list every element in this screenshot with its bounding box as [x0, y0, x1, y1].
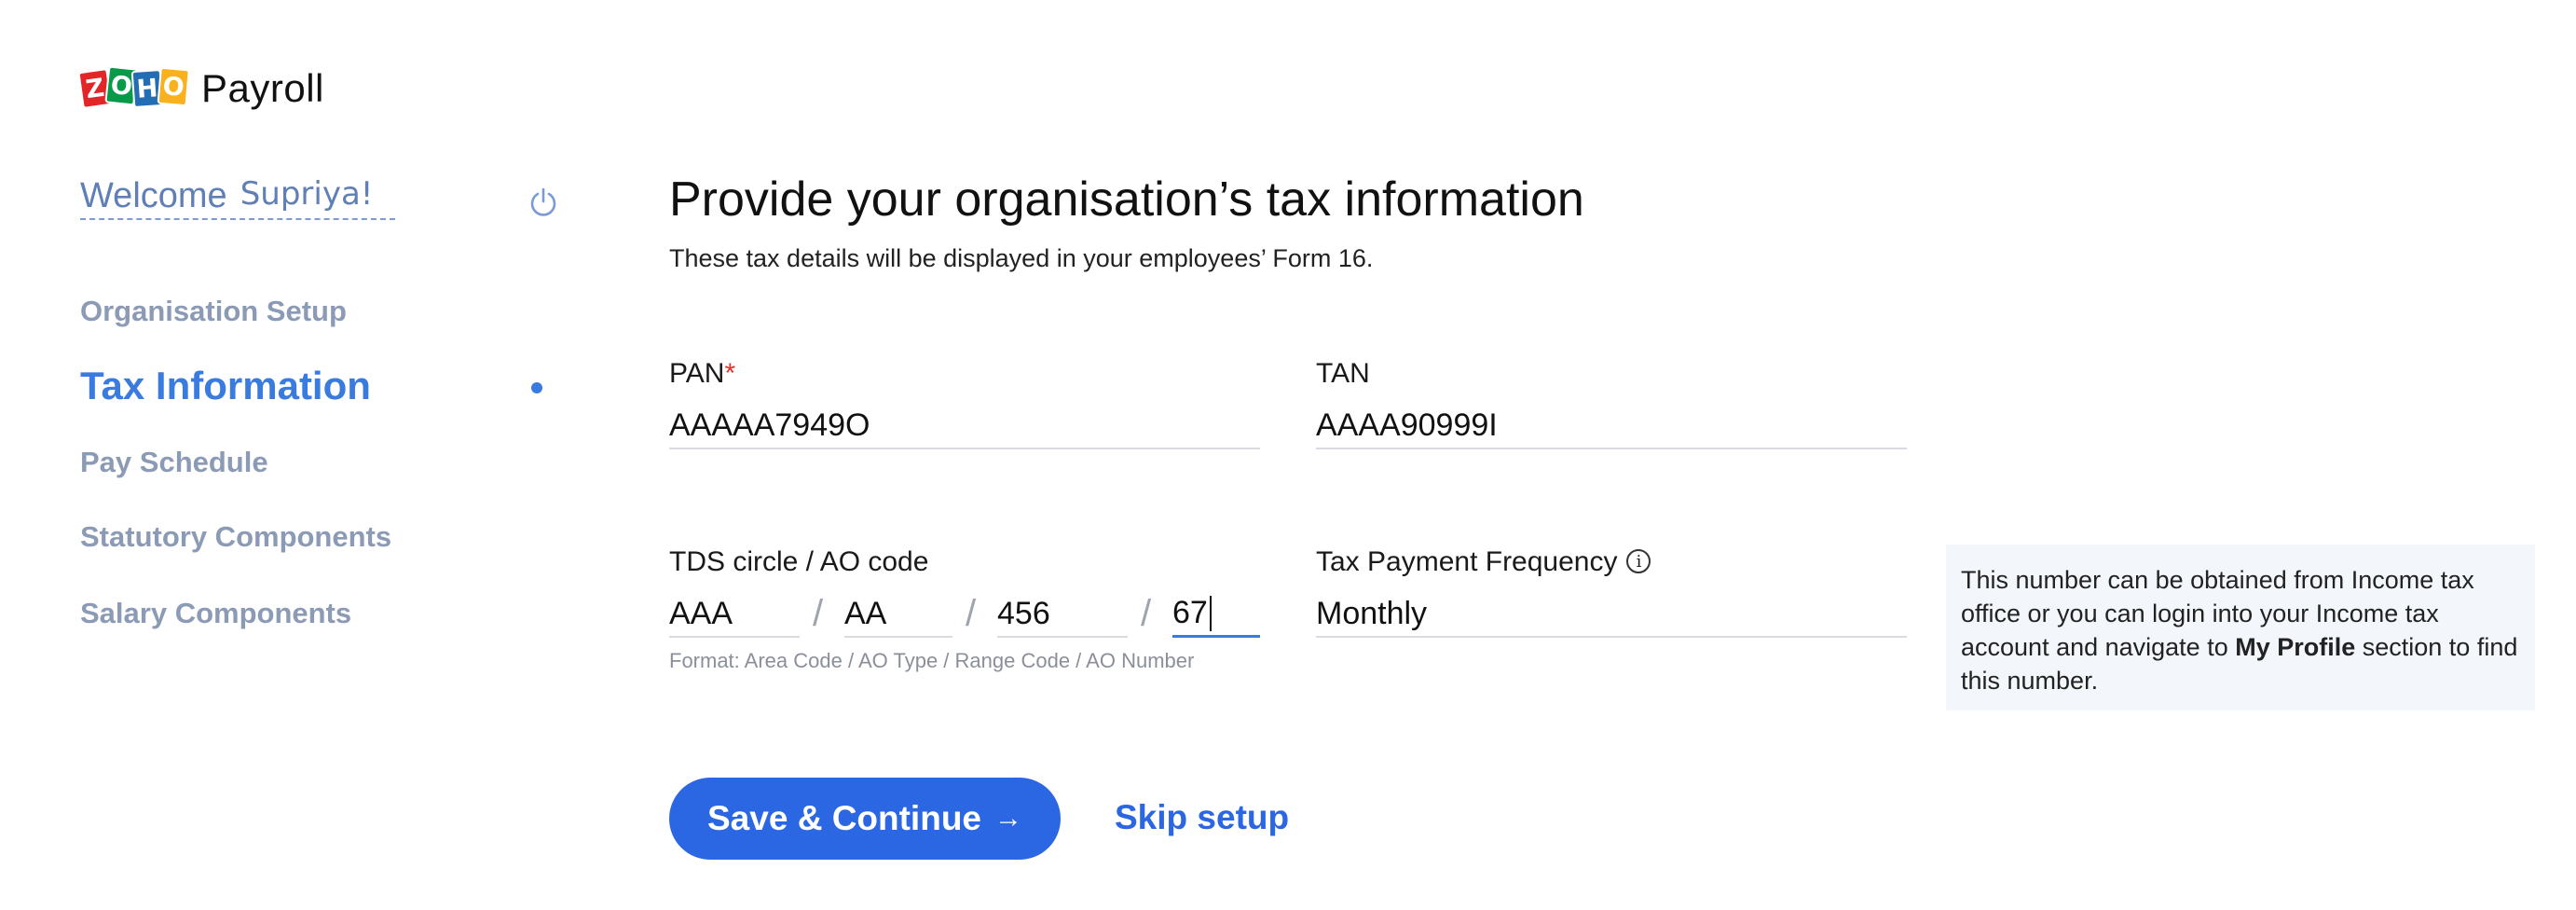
tax-frequency-label-text: Tax Payment Frequency — [1316, 546, 1618, 577]
user-name: Supriya! — [240, 175, 374, 213]
tan-input[interactable]: AAAA90999I — [1316, 403, 1907, 449]
sidebar-item-statutory-components[interactable]: Statutory Components — [80, 520, 391, 554]
required-mark: * — [724, 358, 736, 389]
text-cursor — [1209, 595, 1212, 631]
zoho-logo: Z O H O — [77, 65, 190, 110]
arrow-right-icon: → — [994, 803, 1022, 834]
tax-frequency-value: Monthly — [1316, 595, 1428, 631]
app-logo: Z O H O Payroll — [77, 65, 324, 112]
pan-value: AAAAA7949O — [669, 407, 870, 443]
tan-label: TAN — [1316, 358, 1370, 389]
tip-bold-text: My Profile — [2235, 633, 2356, 661]
tds-range-code-input[interactable]: 456 — [997, 591, 1128, 638]
product-name: Payroll — [201, 66, 324, 110]
tds-ao-type-input[interactable]: AA — [844, 591, 952, 638]
tds-ao-number-value: 67 — [1172, 595, 1208, 630]
save-continue-button[interactable]: Save & Continue → — [669, 778, 1061, 860]
active-step-indicator — [531, 382, 542, 393]
welcome-user[interactable]: Welcome Supriya! — [80, 172, 395, 220]
tds-area-code-input[interactable]: AAA — [669, 591, 800, 638]
sidebar-item-salary-components[interactable]: Salary Components — [80, 597, 351, 630]
pan-label: PAN* — [669, 358, 735, 390]
welcome-label: Welcome — [80, 176, 227, 215]
tax-frequency-select[interactable]: Monthly — [1316, 591, 1907, 638]
tds-format-hint: Format: Area Code / AO Type / Range Code… — [669, 649, 1195, 672]
tds-range-code-value: 456 — [997, 595, 1050, 631]
sidebar-item-pay-schedule[interactable]: Pay Schedule — [80, 446, 268, 479]
logo-letter: O — [157, 66, 190, 107]
tds-separator: / — [1141, 593, 1152, 634]
tax-frequency-label: Tax Payment Frequency i — [1316, 546, 1651, 578]
sidebar-item-tax-information[interactable]: Tax Information — [80, 364, 371, 408]
info-icon[interactable]: i — [1626, 549, 1651, 574]
page-title: Provide your organisation’s tax informat… — [669, 172, 1584, 227]
tds-ao-type-value: AA — [844, 595, 887, 631]
tds-ao-number-input[interactable]: 67 — [1172, 591, 1260, 638]
skip-setup-link[interactable]: Skip setup — [1115, 798, 1289, 837]
page-subtitle: These tax details will be displayed in y… — [669, 244, 1374, 272]
tan-value: AAAA90999I — [1316, 407, 1498, 443]
tds-label: TDS circle / AO code — [669, 546, 929, 577]
power-icon[interactable] — [528, 186, 559, 218]
tds-separator: / — [966, 593, 977, 634]
pan-input[interactable]: AAAAA7949O — [669, 403, 1260, 449]
tds-separator: / — [813, 593, 824, 634]
save-continue-label: Save & Continue — [707, 799, 981, 837]
tds-area-code-value: AAA — [669, 595, 733, 631]
tds-help-tip: This number can be obtained from Income … — [1946, 545, 2535, 710]
sidebar-item-organisation-setup[interactable]: Organisation Setup — [80, 295, 347, 328]
pan-label-text: PAN — [669, 358, 725, 389]
